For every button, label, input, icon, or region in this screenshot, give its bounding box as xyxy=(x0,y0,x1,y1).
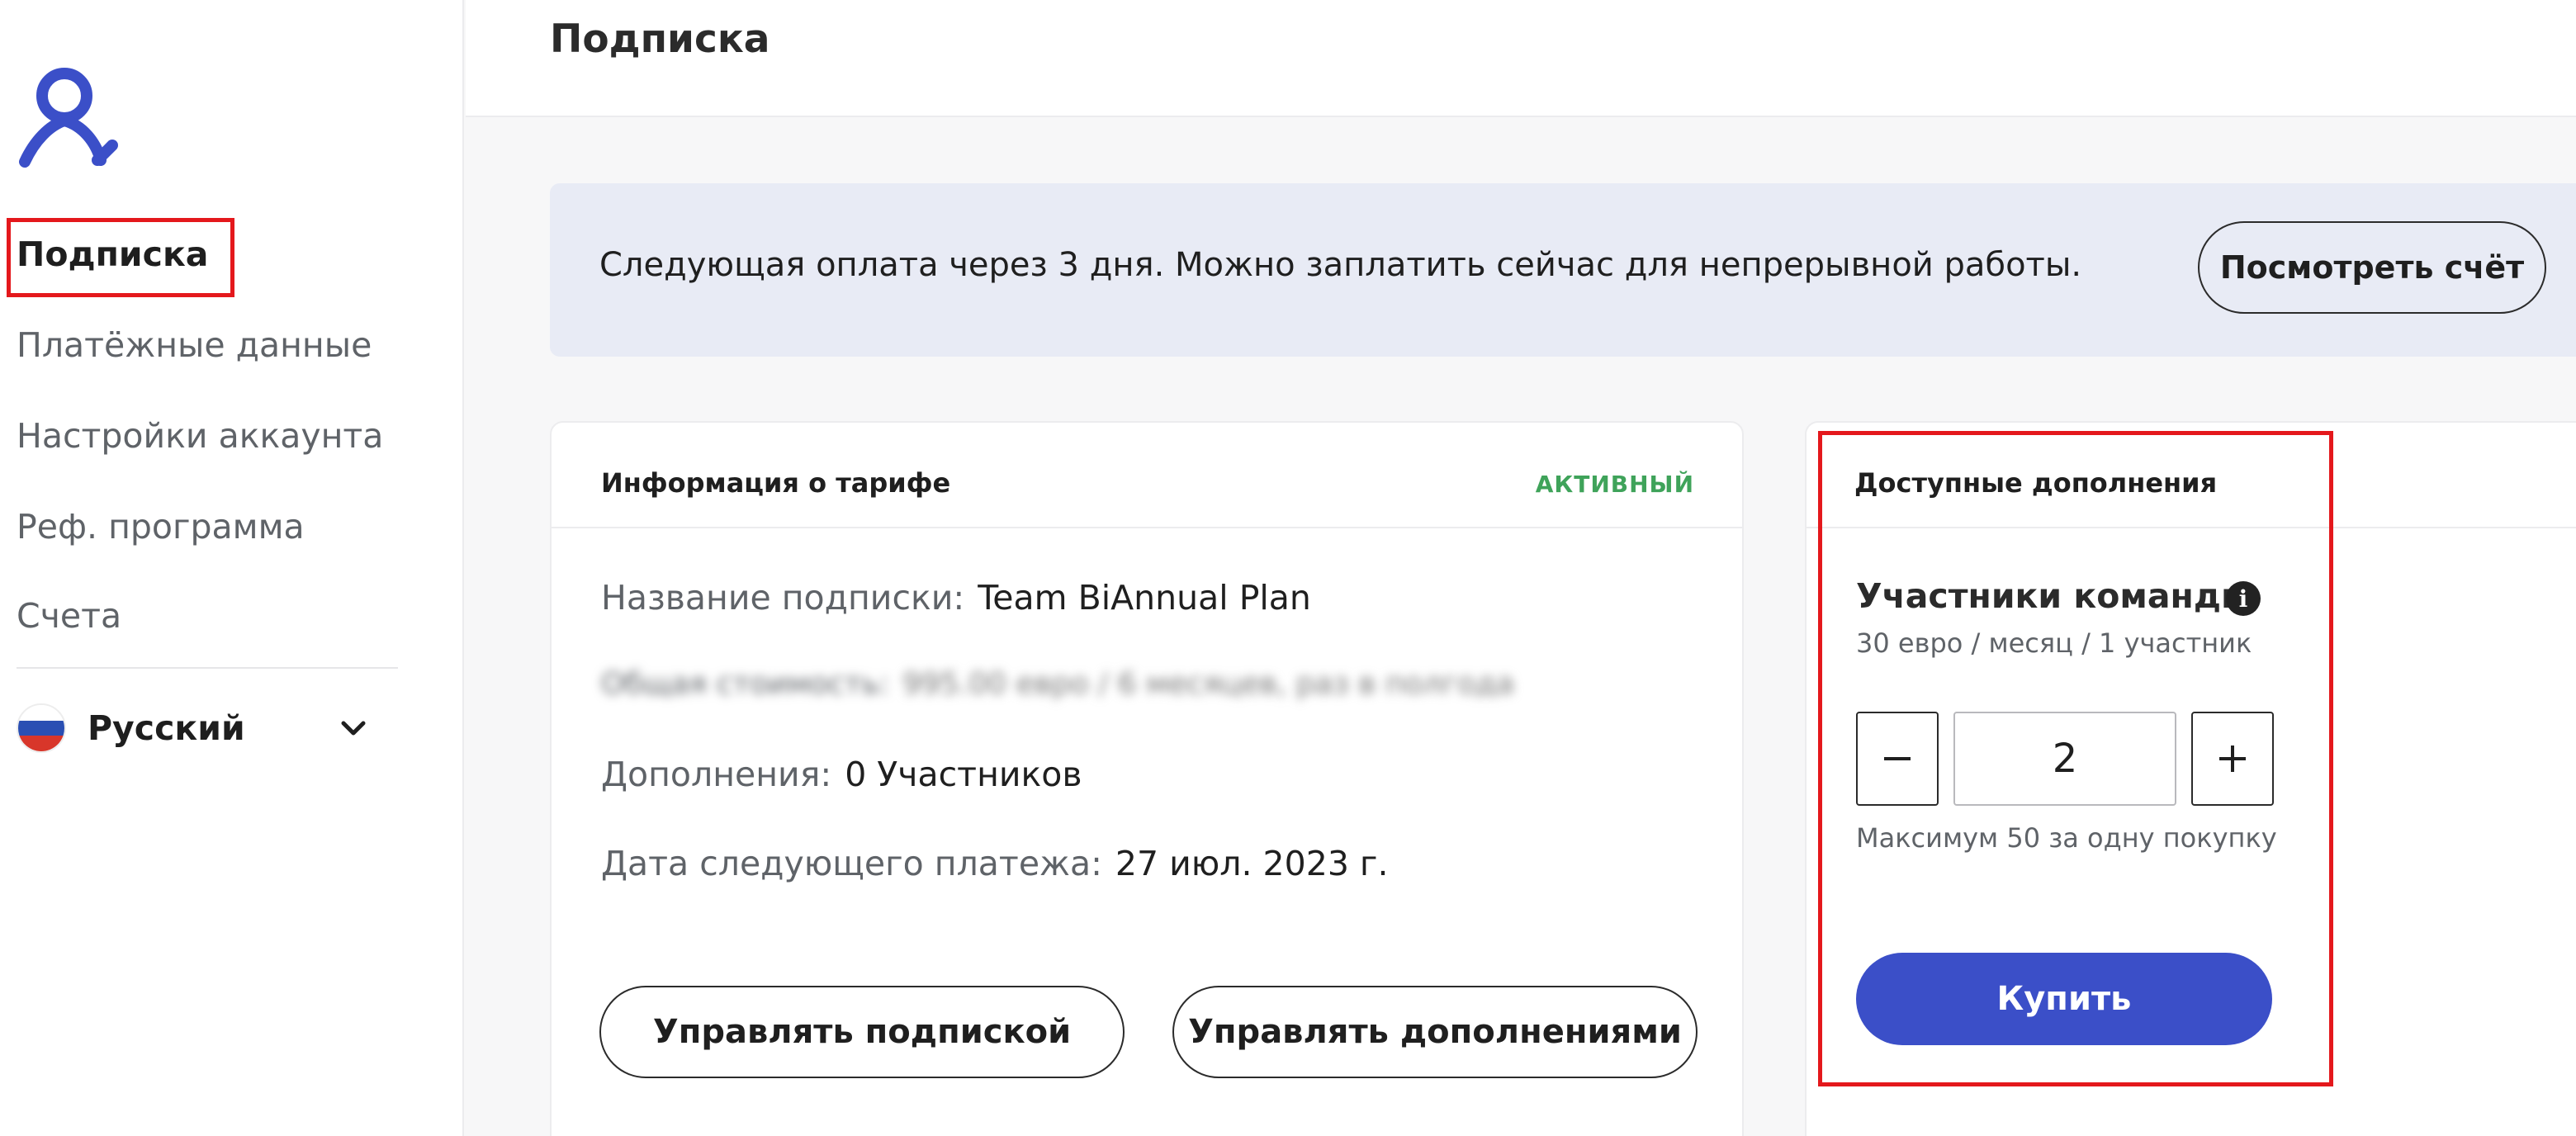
info-row-plan-name: Название подписки: Team BiAnnual Plan xyxy=(601,578,1311,618)
page-header: Подписка xyxy=(466,0,2576,117)
info-row-total-cost: Общая стоимость: 995.00 евро / 6 месяцев,… xyxy=(601,667,1514,701)
russia-flag-icon xyxy=(17,703,66,753)
sidebar-item-payment-details[interactable]: Платёжные данные xyxy=(17,325,372,365)
sidebar-item-invoices[interactable]: Счета xyxy=(17,596,121,636)
status-badge: АКТИВНЫЙ xyxy=(1535,471,1694,498)
highlight-addons-section xyxy=(1818,431,2333,1086)
sidebar-item-account-settings[interactable]: Настройки аккаунта xyxy=(17,416,383,456)
info-label: Название подписки: xyxy=(601,578,965,618)
plan-card-header: Информация о тарифе АКТИВНЫЙ xyxy=(552,423,1742,528)
plan-card-title: Информация о тарифе xyxy=(601,467,951,499)
info-value: 27 июл. 2023 г. xyxy=(1115,844,1389,883)
info-row-next-payment: Дата следующего платежа: 27 июл. 2023 г. xyxy=(601,844,1389,883)
page-title: Подписка xyxy=(550,17,770,62)
sidebar-divider xyxy=(17,667,398,669)
payment-banner: Следующая оплата через 3 дня. Можно запл… xyxy=(550,183,2576,357)
info-label: Дополнения: xyxy=(601,755,832,794)
chevron-down-icon xyxy=(341,721,366,736)
info-value: 995.00 евро / 6 месяцев, раз в полгода xyxy=(902,667,1515,701)
sidebar-item-referral-program[interactable]: Реф. программа xyxy=(17,507,305,547)
manage-subscription-button[interactable]: Управлять подпиской xyxy=(599,986,1125,1078)
info-value: Team BiAnnual Plan xyxy=(978,578,1311,618)
highlight-subscription-nav xyxy=(7,218,234,297)
plan-info-card: Информация о тарифе АКТИВНЫЙ Название по… xyxy=(550,421,1744,1136)
manage-addons-button[interactable]: Управлять дополнениями xyxy=(1172,986,1698,1078)
language-label: Русский xyxy=(88,708,245,748)
language-selector[interactable]: Русский xyxy=(17,703,372,753)
info-label: Дата следующего платежа: xyxy=(601,844,1102,883)
info-value: 0 Участников xyxy=(845,755,1082,794)
info-row-addons: Дополнения: 0 Участников xyxy=(601,755,1082,794)
view-invoice-button[interactable]: Посмотреть счёт xyxy=(2198,221,2546,314)
person-logo-icon[interactable] xyxy=(15,64,122,172)
banner-text: Следующая оплата через 3 дня. Можно запл… xyxy=(599,246,2082,284)
sidebar: Подписка Платёжные данные Настройки акка… xyxy=(0,0,464,1136)
info-label: Общая стоимость: xyxy=(601,667,890,701)
